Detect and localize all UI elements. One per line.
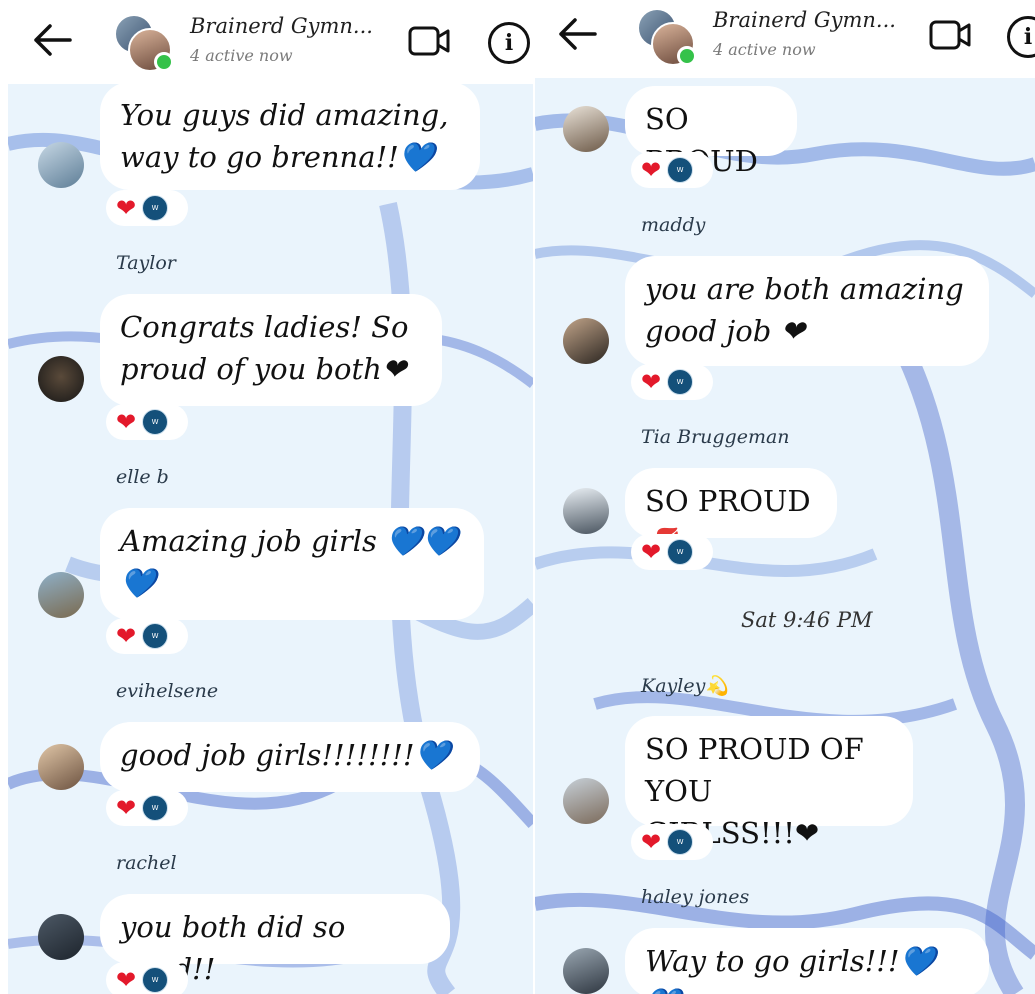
message-bubble: Way to go girls!!!💙💙 <box>625 928 989 994</box>
team-badge-icon: W <box>667 539 694 565</box>
sender-avatar[interactable] <box>38 744 84 790</box>
message-bubble: Amazing job girls 💙💙 💙 <box>100 508 484 620</box>
sender-name: Tia Bruggeman <box>641 426 790 448</box>
sender-avatar[interactable] <box>38 914 84 960</box>
sender-name: elle b <box>116 466 169 488</box>
message-bubble: SO PROUD OF YOU GIRLSS!!!❤ <box>625 716 913 850</box>
sender-name: evihelsene <box>116 680 219 702</box>
team-badge-icon: W <box>142 623 169 649</box>
back-arrow-icon[interactable] <box>555 14 599 54</box>
heart-icon: ❤ <box>116 966 137 994</box>
team-badge-icon: W <box>667 157 694 183</box>
message-bubble: you both did so good!! <box>100 894 450 986</box>
message-bubble: Congrats ladies! So proud of you both❤ <box>100 294 442 406</box>
team-badge-icon: W <box>142 195 169 221</box>
tie-dye-background <box>535 113 1035 994</box>
back-arrow-icon[interactable] <box>30 20 74 60</box>
sender-avatar[interactable] <box>38 142 84 188</box>
message-bubble: SO PROUD <box>625 86 797 178</box>
team-badge-icon: W <box>142 795 169 821</box>
sender-name: maddy <box>641 214 706 236</box>
message-bubble: good job girls!!!!!!!!💙 <box>100 722 480 792</box>
sender-avatar[interactable] <box>38 356 84 402</box>
heart-icon: ❤ <box>641 538 662 566</box>
reaction-bar[interactable]: ❤ W <box>106 190 188 226</box>
sender-avatar[interactable] <box>563 778 609 824</box>
reaction-bar[interactable]: ❤ W <box>631 364 713 400</box>
team-badge-icon: W <box>142 967 169 993</box>
active-status: 4 active now <box>190 46 293 65</box>
sender-name: rachel <box>116 852 177 874</box>
info-icon[interactable]: i <box>488 22 530 64</box>
info-icon[interactable]: i <box>1007 16 1035 58</box>
reaction-bar[interactable]: ❤ W <box>631 824 713 860</box>
heart-icon: ❤ <box>641 368 662 396</box>
chat-panel-right: Brainerd Gymn... 4 active now i SO PROUD… <box>535 0 1035 994</box>
message-bubble: SO PROUD💋 <box>625 468 837 560</box>
heart-icon: ❤ <box>641 156 662 184</box>
group-avatar[interactable] <box>637 8 697 66</box>
sender-avatar[interactable] <box>563 948 609 994</box>
heart-icon: ❤ <box>116 408 137 436</box>
message-bubble: You guys did amazing, way to go brenna!!… <box>100 82 480 190</box>
active-status: 4 active now <box>713 40 816 59</box>
reaction-bar[interactable]: ❤ W <box>631 152 713 188</box>
group-title[interactable]: Brainerd Gymn... <box>190 14 373 38</box>
sender-avatar[interactable] <box>563 488 609 534</box>
sender-name: Taylor <box>116 252 176 274</box>
sender-name: haley jones <box>641 886 750 908</box>
sender-avatar[interactable] <box>38 572 84 618</box>
message-timestamp: Sat 9:46 PM <box>741 608 873 632</box>
heart-icon: ❤ <box>116 194 137 222</box>
reaction-bar[interactable]: ❤ W <box>106 962 188 994</box>
sender-avatar[interactable] <box>563 318 609 364</box>
heart-icon: ❤ <box>116 794 137 822</box>
reaction-bar[interactable]: ❤ W <box>106 404 188 440</box>
reaction-bar[interactable]: ❤ W <box>106 618 188 654</box>
reaction-bar[interactable]: ❤ W <box>106 790 188 826</box>
team-badge-icon: W <box>667 829 694 855</box>
chat-header: Brainerd Gymn... 4 active now i <box>8 0 533 84</box>
online-indicator <box>154 52 174 72</box>
heart-icon: ❤ <box>641 828 662 856</box>
chat-panel-left: Brainerd Gymn... 4 active now i You guys… <box>8 0 533 994</box>
video-camera-icon[interactable] <box>408 25 450 57</box>
team-badge-icon: W <box>142 409 169 435</box>
sender-name: Kayley💫 <box>641 675 729 697</box>
video-camera-icon[interactable] <box>929 19 971 51</box>
online-indicator <box>677 46 697 66</box>
reaction-bar[interactable]: ❤ W <box>631 534 713 570</box>
team-badge-icon: W <box>667 369 694 395</box>
heart-icon: ❤ <box>116 622 137 650</box>
group-avatar[interactable] <box>114 14 174 72</box>
chat-header: Brainerd Gymn... 4 active now i <box>535 0 1035 78</box>
message-bubble: you are both amazing good job ❤ <box>625 256 989 366</box>
sender-avatar[interactable] <box>563 106 609 152</box>
group-title[interactable]: Brainerd Gymn... <box>713 8 896 32</box>
